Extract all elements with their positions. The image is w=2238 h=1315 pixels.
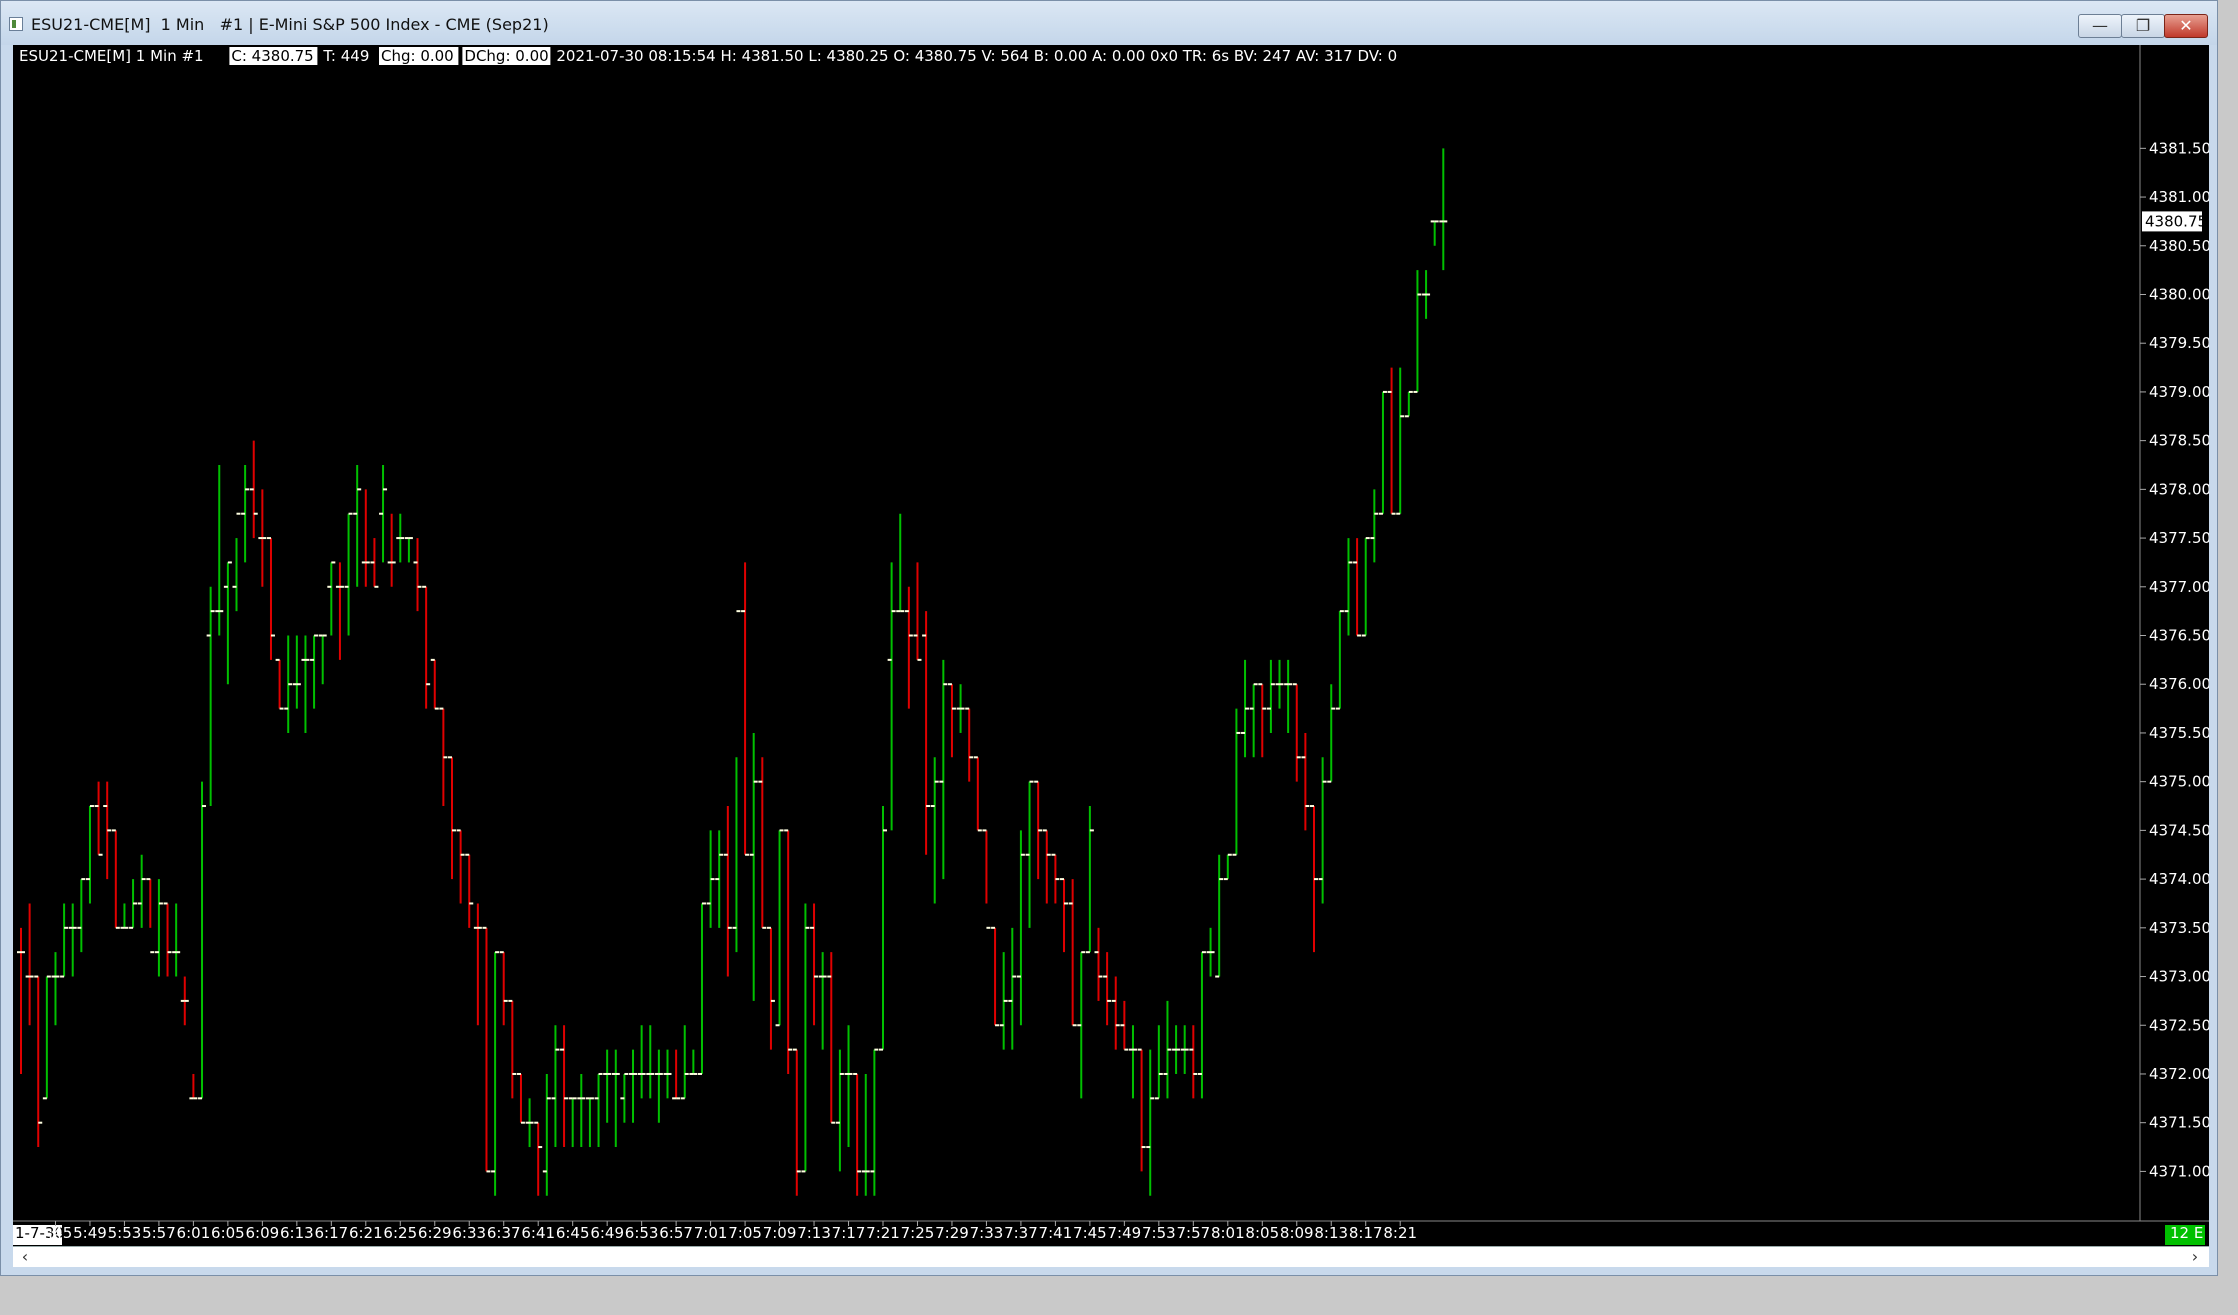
- price-tick-label: 4378.00: [2149, 480, 2209, 498]
- time-tick-label: 6:01: [177, 1224, 211, 1242]
- price-chart[interactable]: ESU21-CME[M] 1 Min #1 C: 4380.75 T: 449 Chg…: [13, 45, 2209, 1246]
- time-tick-label: 5:49: [73, 1224, 107, 1242]
- time-tick-label: 8:09: [1280, 1224, 1314, 1242]
- price-tick-label: 4378.50: [2149, 432, 2209, 450]
- price-tick-label: 4381.50: [2149, 139, 2209, 157]
- time-tick-label: 8:01: [1211, 1224, 1245, 1242]
- restore-icon: ❐: [2135, 16, 2151, 35]
- time-tick-label: 8:21: [1383, 1224, 1417, 1242]
- price-tick-label: 4373.50: [2149, 919, 2209, 937]
- price-tick-label: 4376.50: [2149, 627, 2209, 645]
- price-tick-label: 4374.00: [2149, 870, 2209, 888]
- time-tick-label: 6:57: [659, 1224, 693, 1242]
- time-tick-label: 7:57: [1176, 1224, 1210, 1242]
- time-tick-label: 7:33: [970, 1224, 1004, 1242]
- corner-badge-label[interactable]: 12 E: [2170, 1224, 2203, 1242]
- time-tick-label: 6:13: [280, 1224, 314, 1242]
- time-tick-label: 7:37: [1004, 1224, 1038, 1242]
- info-ticks: T: 449: [322, 47, 369, 65]
- price-tick-label: 4374.50: [2149, 821, 2209, 839]
- restore-button[interactable]: ❐: [2121, 14, 2165, 38]
- time-tick-label: 6:53: [625, 1224, 659, 1242]
- minimize-button[interactable]: —: [2078, 14, 2122, 38]
- minimize-icon: —: [2092, 16, 2108, 35]
- price-tick-label: 4377.50: [2149, 529, 2209, 547]
- time-tick-label: 6:09: [246, 1224, 280, 1242]
- time-tick-label: 6:25: [383, 1224, 417, 1242]
- price-tick-label: 4379.00: [2149, 383, 2209, 401]
- time-tick-label: 7:41: [1039, 1224, 1073, 1242]
- time-tick-label: 7:13: [797, 1224, 831, 1242]
- price-tick-label: 4381.00: [2149, 188, 2209, 206]
- time-tick-label: 7:05: [728, 1224, 762, 1242]
- time-tick-label: 5:45: [39, 1224, 73, 1242]
- price-tick-label: 4373.00: [2149, 968, 2209, 986]
- app-icon: [9, 17, 23, 31]
- time-tick-label: 6:33: [452, 1224, 486, 1242]
- time-tick-label: 6:41: [521, 1224, 555, 1242]
- time-tick-label: 7:49: [1108, 1224, 1142, 1242]
- price-tick-label: 4372.00: [2149, 1065, 2209, 1083]
- time-tick-label: 7:01: [694, 1224, 728, 1242]
- price-tick-label: 4380.50: [2149, 237, 2209, 255]
- info-symbol: ESU21-CME[M] 1 Min #1: [19, 47, 204, 65]
- price-tick-label: 4380.00: [2149, 285, 2209, 303]
- scroll-left-icon[interactable]: ‹: [15, 1247, 35, 1267]
- time-tick-label: 8:17: [1349, 1224, 1383, 1242]
- price-tick-label: 4375.50: [2149, 724, 2209, 742]
- scroll-right-icon[interactable]: ›: [2185, 1247, 2205, 1267]
- horizontal-scrollbar[interactable]: ‹ ›: [13, 1246, 2209, 1267]
- time-tick-label: 6:29: [418, 1224, 452, 1242]
- time-tick-label: 5:53: [108, 1224, 142, 1242]
- time-tick-label: 7:09: [763, 1224, 797, 1242]
- price-tick-label: 4377.00: [2149, 578, 2209, 596]
- time-tick-label: 7:17: [832, 1224, 866, 1242]
- info-close: C: 4380.75: [231, 47, 313, 65]
- price-tick-label: 4376.00: [2149, 675, 2209, 693]
- current-price-label: 4380.75: [2145, 212, 2207, 230]
- time-tick-label: 6:45: [556, 1224, 590, 1242]
- time-tick-label: 7:25: [901, 1224, 935, 1242]
- close-icon: ✕: [2179, 16, 2193, 35]
- time-tick-label: 8:13: [1314, 1224, 1348, 1242]
- time-tick-label: 7:29: [935, 1224, 969, 1242]
- time-tick-label: 7:53: [1142, 1224, 1176, 1242]
- time-tick-label: 6:17: [314, 1224, 348, 1242]
- price-tick-label: 4371.50: [2149, 1114, 2209, 1132]
- window-title: ESU21-CME[M] 1 Min #1 | E-Mini S&P 500 I…: [31, 15, 549, 34]
- time-tick-label: 6:21: [349, 1224, 383, 1242]
- price-tick-label: 4375.00: [2149, 773, 2209, 791]
- time-tick-label: 7:45: [1073, 1224, 1107, 1242]
- price-tick-label: 4371.00: [2149, 1162, 2209, 1180]
- price-tick-label: 4379.50: [2149, 334, 2209, 352]
- chart-background: [13, 45, 2209, 1246]
- price-tick-label: 4372.50: [2149, 1016, 2209, 1034]
- time-tick-label: 5:57: [142, 1224, 176, 1242]
- time-tick-label: 6:05: [211, 1224, 245, 1242]
- info-details: 2021-07-30 08:15:54 H: 4381.50 L: 4380.2…: [556, 47, 1397, 65]
- chart-window: ESU21-CME[M] 1 Min #1 | E-Mini S&P 500 I…: [0, 0, 2218, 1276]
- time-tick-label: 7:21: [866, 1224, 900, 1242]
- time-tick-label: 6:49: [590, 1224, 624, 1242]
- info-dchg: DChg: 0.00: [464, 47, 548, 65]
- chart-area[interactable]: ESU21-CME[M] 1 Min #1 C: 4380.75 T: 449 Chg…: [13, 45, 2209, 1246]
- info-chg: Chg: 0.00: [381, 47, 454, 65]
- close-button[interactable]: ✕: [2164, 14, 2208, 38]
- time-tick-label: 6:37: [487, 1224, 521, 1242]
- title-bar[interactable]: ESU21-CME[M] 1 Min #1 | E-Mini S&P 500 I…: [1, 1, 2217, 45]
- time-tick-label: 8:05: [1245, 1224, 1279, 1242]
